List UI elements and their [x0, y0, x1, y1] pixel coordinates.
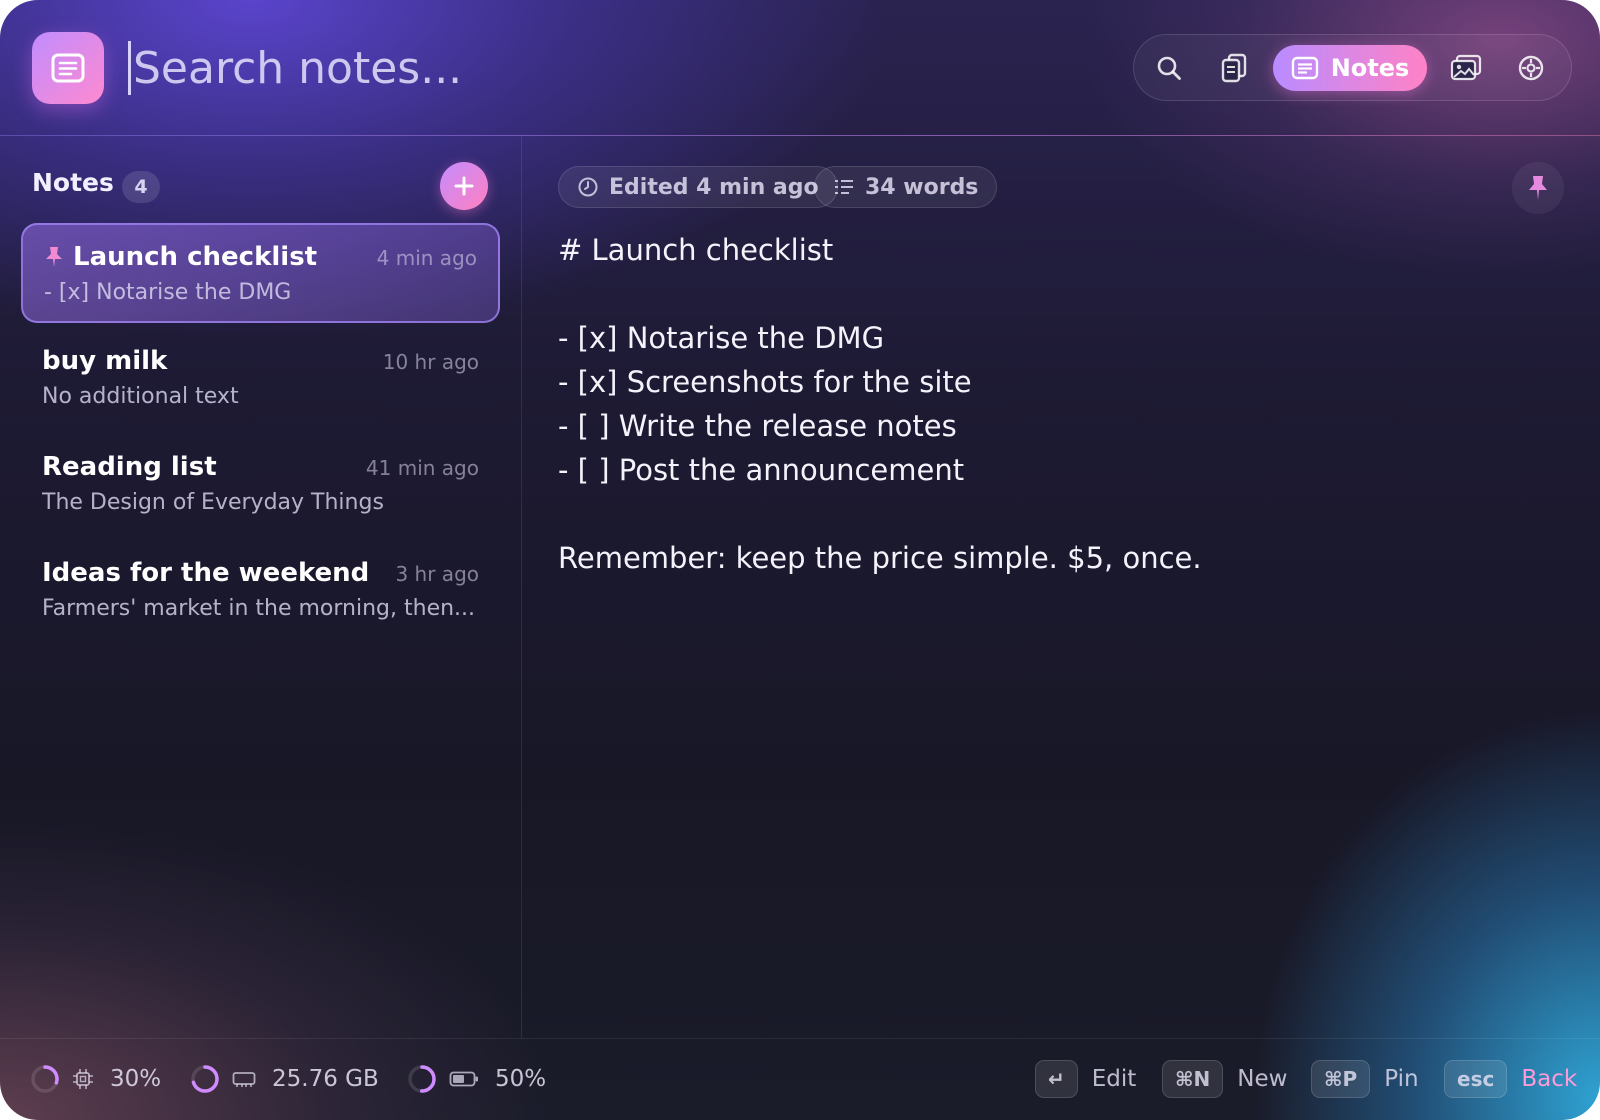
pin-shortcut[interactable]: ⌘P Pin: [1311, 1060, 1419, 1098]
launcher-window: Notes Notes 4: [0, 0, 1600, 1120]
memory-stat: 25.76 GB: [190, 1062, 379, 1096]
edit-action: Edit: [1091, 1066, 1137, 1092]
search-icon: [1157, 56, 1181, 80]
pin-note-button[interactable]: [1512, 162, 1564, 214]
note-list-item[interactable]: Ideas for the weekend 3 hr ago Farmers' …: [21, 541, 500, 641]
note-title: Reading list: [42, 452, 217, 482]
memory-value: 25.76 GB: [272, 1066, 379, 1092]
battery-icon: [449, 1071, 478, 1087]
text-lines-icon: [835, 180, 853, 194]
word-count-chip: 34 words: [814, 166, 998, 208]
note-editor[interactable]: # Launch checklist - [x] Notarise the DM…: [558, 228, 1538, 580]
note-title: Ideas for the weekend: [42, 558, 370, 588]
notes-count-badge: 4: [122, 171, 160, 203]
esc-key: esc: [1444, 1060, 1508, 1098]
mode-switcher: Notes: [1133, 34, 1572, 101]
battery-stat: 50%: [407, 1062, 546, 1096]
note-list-item[interactable]: Launch checklist 4 min ago - [x] Notaris…: [21, 223, 500, 323]
memory-usage-ring: [191, 1065, 219, 1093]
app-icon: [32, 32, 104, 104]
clipboard-icon: [1221, 53, 1247, 83]
nav-images-button[interactable]: [1441, 45, 1491, 91]
cmd-p-key: ⌘P: [1311, 1060, 1371, 1098]
note-timestamp: 41 min ago: [365, 456, 479, 480]
notes-icon: [1291, 56, 1318, 80]
battery-usage-ring: [408, 1065, 436, 1093]
new-shortcut[interactable]: ⌘N New: [1162, 1060, 1287, 1098]
images-icon: [1450, 54, 1482, 81]
status-divider: [0, 1038, 1600, 1039]
text-caret: [128, 41, 131, 95]
cpu-stat: 30%: [30, 1062, 161, 1096]
new-action: New: [1237, 1066, 1288, 1092]
note-list-item[interactable]: Reading list 41 min ago The Design of Ev…: [21, 435, 500, 535]
memory-icon: [232, 1072, 256, 1087]
header-divider: [0, 135, 1600, 136]
nav-clipboard-button[interactable]: [1211, 45, 1257, 91]
note-timestamp: 3 hr ago: [395, 562, 479, 586]
nav-settings-button[interactable]: [1508, 45, 1554, 91]
back-shortcut[interactable]: esc Back: [1444, 1060, 1577, 1098]
back-action: Back: [1521, 1066, 1578, 1092]
note-preview: The Design of Everyday Things: [42, 490, 384, 515]
sidebar-title: Notes: [32, 168, 114, 197]
settings-icon: [1518, 55, 1544, 81]
note-timestamp: 4 min ago: [376, 246, 477, 270]
nav-notes-label: Notes: [1330, 54, 1410, 82]
note-preview: No additional text: [42, 384, 239, 409]
note-title: Launch checklist: [73, 242, 318, 272]
note-preview: - [x] Notarise the DMG: [44, 280, 292, 305]
pin-icon: [46, 247, 62, 267]
note-title: buy milk: [42, 346, 168, 376]
cmd-n-key: ⌘N: [1162, 1060, 1224, 1098]
pin-action: Pin: [1384, 1066, 1419, 1092]
edited-chip: Edited 4 min ago: [558, 166, 838, 208]
plus-icon: [454, 176, 474, 196]
enter-key: ↵: [1035, 1060, 1078, 1098]
cpu-chip-icon: [73, 1069, 93, 1089]
clock-icon: [578, 177, 598, 197]
nav-notes-button[interactable]: Notes: [1273, 45, 1427, 91]
note-icon: [51, 53, 85, 83]
cpu-value: 30%: [110, 1066, 162, 1092]
edited-label: Edited 4 min ago: [609, 174, 819, 200]
search-bar: [128, 36, 733, 100]
search-input[interactable]: [133, 42, 733, 94]
edit-shortcut[interactable]: ↵ Edit: [1035, 1060, 1136, 1098]
nav-search-button[interactable]: [1146, 45, 1192, 91]
add-note-button[interactable]: [440, 162, 488, 210]
cpu-usage-ring: [31, 1065, 59, 1093]
word-count-label: 34 words: [865, 174, 979, 200]
note-timestamp: 10 hr ago: [382, 350, 479, 374]
pin-icon: [1529, 176, 1547, 200]
note-list-item[interactable]: buy milk 10 hr ago No additional text: [21, 329, 500, 429]
sidebar-divider: [521, 136, 522, 1038]
note-preview: Farmers' market in the morning, then...: [42, 596, 476, 621]
battery-value: 50%: [495, 1066, 547, 1092]
